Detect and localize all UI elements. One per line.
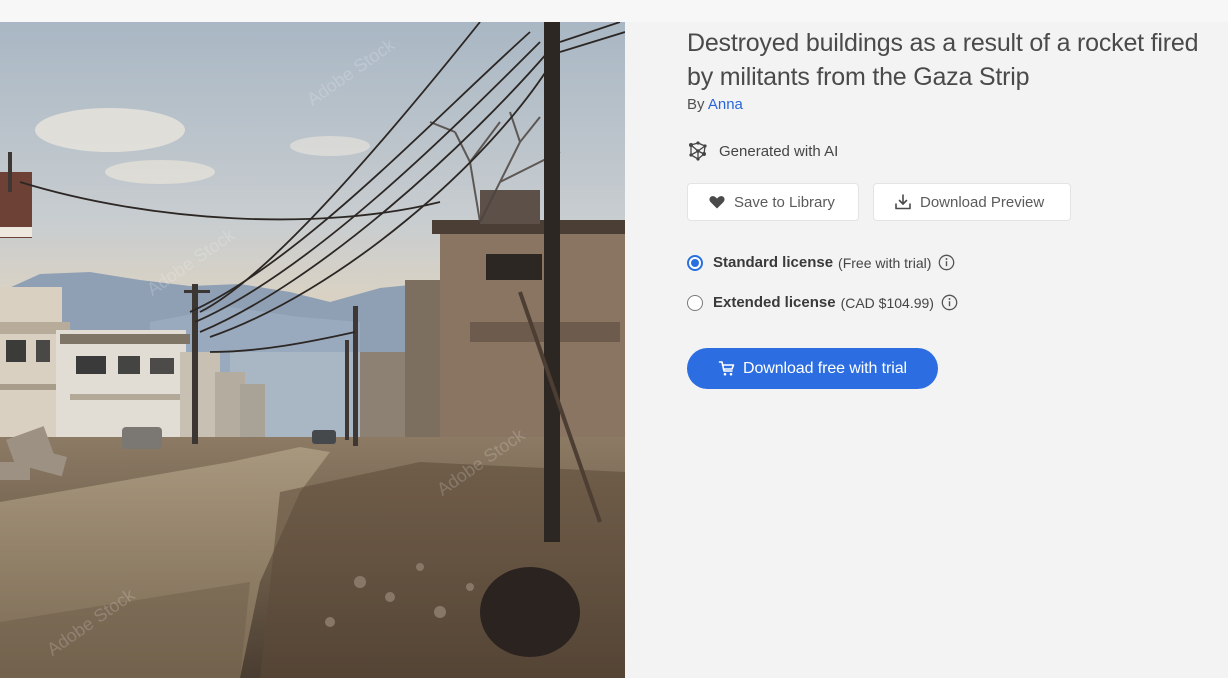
asset-preview-image[interactable]: Adobe Stock Adobe Stock Adobe Stock Adob… [0, 22, 625, 678]
stock-asset-page: Adobe Stock Adobe Stock Adobe Stock Adob… [0, 0, 1228, 678]
license-option-extended[interactable]: Extended license (CAD $104.99) [687, 294, 958, 311]
author-byline: By Anna [687, 96, 1222, 113]
download-preview-button[interactable]: Download Preview [873, 183, 1071, 221]
download-tray-icon [894, 193, 912, 211]
top-strip [0, 0, 1228, 22]
download-preview-label: Download Preview [920, 193, 1045, 211]
license-option-standard[interactable]: Standard license (Free with trial) [687, 254, 955, 271]
save-to-library-button[interactable]: Save to Library [687, 183, 859, 221]
ai-generated-badge: Generated with AI [687, 140, 838, 162]
license-name: Standard license [713, 254, 834, 271]
street-scene-illustration [0, 22, 625, 678]
download-free-label: Download free with trial [743, 359, 907, 377]
ai-badge-label: Generated with AI [719, 142, 839, 160]
license-note: (CAD $104.99) [840, 294, 934, 311]
license-name: Extended license [713, 294, 836, 311]
save-to-library-label: Save to Library [734, 193, 835, 211]
ai-sparkle-network-icon [687, 140, 709, 162]
cart-icon [718, 360, 735, 377]
secondary-actions: Save to Library Download Preview [687, 183, 1071, 221]
info-circle-icon[interactable] [938, 254, 955, 271]
by-label: By [687, 96, 705, 113]
author-link[interactable]: Anna [708, 96, 743, 113]
heart-icon [708, 193, 726, 211]
asset-title: Destroyed buildings as a result of a roc… [687, 29, 1199, 91]
asset-details-panel: Destroyed buildings as a result of a roc… [687, 26, 1222, 389]
info-circle-icon[interactable] [941, 294, 958, 311]
extended-license-radio[interactable] [687, 294, 703, 311]
license-note: (Free with trial) [838, 254, 932, 271]
download-free-with-trial-button[interactable]: Download free with trial [687, 348, 938, 389]
standard-license-radio[interactable] [687, 254, 703, 271]
